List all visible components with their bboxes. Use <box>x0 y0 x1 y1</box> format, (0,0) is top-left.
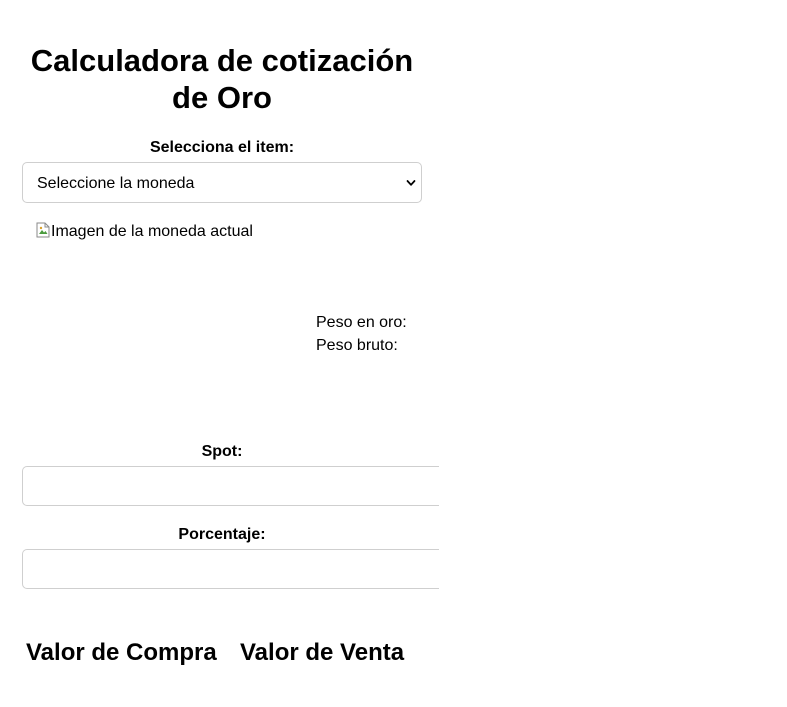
page-title: Calculadora de cotización de Oro <box>30 43 414 115</box>
chevron-down-icon <box>406 180 416 186</box>
gold-weight-label: Peso en oro: <box>316 314 407 331</box>
coin-image: Imagen de la moneda actual <box>36 222 253 242</box>
item-select-label: Selecciona el item: <box>149 139 295 156</box>
coin-select[interactable]: Seleccione la moneda <box>22 162 422 203</box>
page: Calculadora de cotización de Oro Selecci… <box>0 0 787 707</box>
buy-value-heading: Valor de Compra <box>26 639 217 666</box>
gross-weight-label: Peso bruto: <box>316 337 398 354</box>
broken-image-icon <box>36 222 50 238</box>
spot-input[interactable] <box>22 466 439 506</box>
weights-info: Peso en oro: Peso bruto: <box>316 311 407 357</box>
sell-value-heading: Valor de Venta <box>240 639 405 666</box>
coin-image-alt-text: Imagen de la moneda actual <box>51 223 253 240</box>
coin-select-value: Seleccione la moneda <box>37 175 195 192</box>
spot-label: Spot: <box>201 443 243 460</box>
percentage-input[interactable] <box>22 549 439 589</box>
percentage-label: Porcentaje: <box>178 526 266 543</box>
